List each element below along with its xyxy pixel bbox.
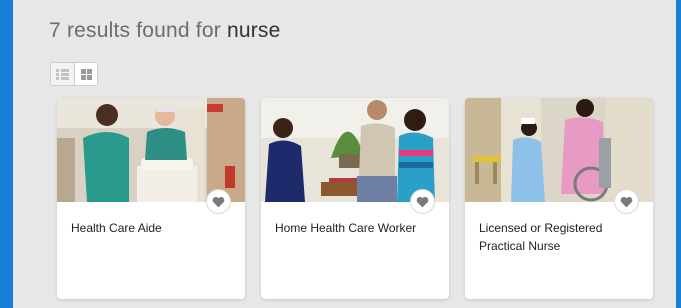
heart-icon: [212, 196, 225, 207]
results-count: 7: [49, 19, 61, 42]
view-toggle: [50, 62, 98, 86]
favorite-button[interactable]: [206, 189, 231, 214]
favorite-button[interactable]: [614, 189, 639, 214]
results-panel: 7 results found for nurse Health Care Ai…: [13, 0, 676, 308]
grid-view-icon: [80, 68, 92, 80]
favorite-button[interactable]: [410, 189, 435, 214]
heart-icon: [416, 196, 429, 207]
career-photo: [57, 98, 245, 202]
grid-view-button[interactable]: [74, 63, 97, 85]
list-view-icon: [56, 68, 69, 80]
career-photo: [261, 98, 449, 202]
career-title: Health Care Aide: [71, 221, 162, 235]
list-view-button[interactable]: [51, 63, 74, 85]
results-heading: 7 results found for nurse: [49, 19, 281, 43]
career-photo: [465, 98, 653, 202]
heart-icon: [620, 196, 633, 207]
career-title: Home Health Care Worker: [275, 221, 417, 235]
search-term: nurse: [226, 19, 281, 42]
career-title: Licensed or Registered Practical Nurse: [479, 221, 603, 253]
results-label: results found for: [66, 19, 221, 42]
